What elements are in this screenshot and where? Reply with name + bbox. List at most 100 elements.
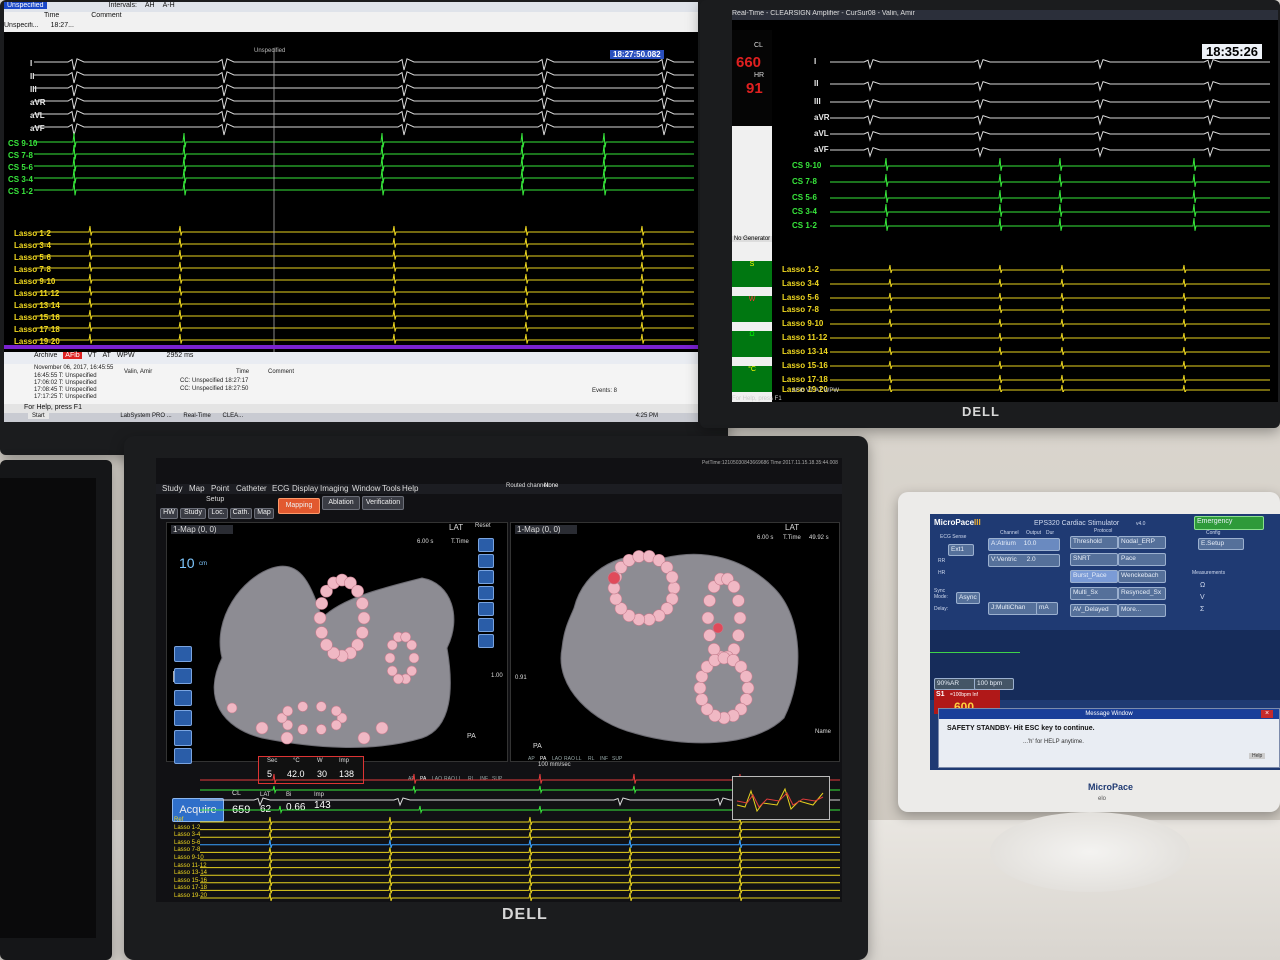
map-tool-button[interactable]	[174, 668, 192, 684]
center-menu-item[interactable]: Display	[292, 484, 318, 493]
message-close-icon[interactable]: ×	[1261, 710, 1273, 718]
view-button-rl[interactable]: RL	[588, 756, 594, 762]
message-window[interactable]: Message Window × SAFETY STANDBY- Hit ESC…	[938, 708, 1280, 768]
setup-tab-map[interactable]: Map	[254, 508, 274, 519]
left-menu-item[interactable]: Intervals:	[109, 2, 137, 9]
ablation-point[interactable]	[315, 626, 328, 639]
taskbar-item[interactable]: Real-Time	[183, 413, 210, 419]
setup-tab-hw[interactable]: HW	[160, 508, 178, 519]
center-menu-item[interactable]: Tools	[382, 484, 401, 493]
center-menu-item[interactable]: Window	[352, 484, 380, 493]
ablation-point[interactable]	[732, 594, 745, 607]
left-log-row[interactable]: 17:08:45 T: Unspecified	[34, 387, 97, 393]
view-button-ll[interactable]: LL	[576, 756, 582, 762]
left-menu-item[interactable]: A-H	[163, 2, 175, 9]
anatomy-map-right[interactable]	[534, 528, 834, 748]
protocol-more-[interactable]: More...	[1118, 604, 1166, 617]
map-tool-button[interactable]	[174, 730, 192, 746]
ext1-button[interactable]: Ext1	[948, 544, 974, 556]
ablation-point[interactable]	[315, 701, 327, 712]
atrium-surface[interactable]	[560, 553, 799, 744]
taskbar-item[interactable]: LabSystem PRO ...	[120, 413, 171, 419]
ablation-point[interactable]	[315, 724, 327, 735]
protocol-resynced-sx[interactable]: Resynced_Sx	[1118, 587, 1166, 600]
center-menu-item[interactable]: Catheter	[236, 484, 267, 493]
map-tool-button[interactable]	[174, 646, 192, 662]
mapping-tab[interactable]: Mapping	[278, 498, 320, 514]
ablation-point[interactable]	[701, 611, 715, 625]
atrium-channel[interactable]: A:Atrium 10.0	[988, 538, 1060, 551]
display-tool-button[interactable]	[478, 554, 494, 568]
left-tab-wpw[interactable]: WPW	[117, 352, 135, 359]
setup-tab-study[interactable]: Study	[180, 508, 206, 519]
setup-tab-cath[interactable]: Cath.	[230, 508, 252, 519]
left-menu-item[interactable]: AH	[145, 2, 155, 9]
verification-tab[interactable]: Verification	[362, 496, 404, 510]
protocol-nodal-erp[interactable]: Nodal_ERP	[1118, 536, 1166, 549]
ablation-point[interactable]	[330, 719, 342, 731]
map-title-left[interactable]: 1-Map (0, 0)	[171, 525, 233, 534]
center-menu-item[interactable]: Imaging	[320, 484, 348, 493]
display-tool-button[interactable]	[478, 618, 494, 632]
ablation-point[interactable]	[609, 592, 623, 606]
view-button-sup[interactable]: SUP	[612, 756, 622, 762]
ma-button[interactable]: mA	[1036, 602, 1058, 615]
reset-label[interactable]: Reset	[475, 523, 491, 529]
left-log-entry[interactable]: CC: Unspecified 18:27:17	[180, 378, 248, 384]
ablation-point[interactable]	[313, 611, 327, 625]
ablation-point[interactable]	[695, 693, 709, 706]
protocol-wenckebach[interactable]: Wenckebach	[1118, 570, 1166, 583]
ablation-point[interactable]	[315, 597, 328, 610]
ablation-point[interactable]	[375, 721, 389, 735]
center-menu-item[interactable]: Study	[162, 484, 182, 493]
protocol-burst-pace[interactable]: Burst_Pace	[1070, 570, 1118, 583]
center-menu-item[interactable]: ECG	[272, 484, 289, 493]
ablation-point[interactable]	[665, 570, 679, 584]
ablation-point[interactable]	[741, 681, 755, 695]
ablation-point[interactable]	[727, 580, 741, 594]
display-tool-button[interactable]	[478, 602, 494, 616]
protocol-snrt[interactable]: SNRT	[1070, 553, 1118, 566]
ventric-channel[interactable]: V:Ventric 2.0	[988, 554, 1060, 567]
ablation-point[interactable]	[384, 652, 396, 664]
ablation-point[interactable]	[282, 705, 294, 717]
left-log-row[interactable]: 17:17:25 T: Unspecified	[34, 394, 97, 400]
ablation-point[interactable]	[607, 571, 621, 585]
ablation-point[interactable]	[356, 597, 369, 610]
protocol-threshold[interactable]: Threshold	[1070, 536, 1118, 549]
ablation-point[interactable]	[330, 705, 342, 717]
ablation-point[interactable]	[733, 611, 747, 625]
sync-mode-value[interactable]: Async	[956, 592, 980, 604]
left-tab-afib[interactable]: AFib	[63, 352, 82, 359]
ablation-point[interactable]	[297, 724, 309, 735]
ablation-point[interactable]	[693, 681, 707, 695]
start-button[interactable]: Start	[28, 413, 49, 419]
map-tool-button[interactable]	[174, 690, 192, 706]
ablation-tab[interactable]: Ablation	[322, 496, 360, 510]
ablation-point[interactable]	[739, 670, 753, 683]
ablation-point[interactable]	[408, 652, 420, 664]
ablation-point[interactable]	[351, 584, 364, 598]
setup-tab-loc[interactable]: Loc.	[208, 508, 228, 519]
center-menu-item[interactable]: Map	[189, 484, 205, 493]
ablation-point[interactable]	[386, 665, 398, 677]
left-waveform-area[interactable]	[34, 42, 694, 354]
ablation-point[interactable]	[732, 629, 745, 642]
left-log-row[interactable]: 17:06:02 T: Unspecified	[34, 380, 97, 386]
ablation-point[interactable]	[226, 702, 238, 714]
right-waveform-area[interactable]	[830, 52, 1270, 392]
left-menu-bar[interactable]: Unspecified Intervals: AH A-H	[4, 2, 698, 12]
center-menu-item[interactable]: Point	[211, 484, 229, 493]
ablation-point[interactable]	[357, 731, 371, 745]
ablation-point[interactable]	[667, 581, 681, 595]
map-tool-button[interactable]	[174, 710, 192, 726]
view-button-inf[interactable]: INF	[600, 756, 608, 762]
display-tool-button[interactable]	[478, 634, 494, 648]
ablation-point[interactable]	[356, 626, 369, 639]
protocol-pace[interactable]: Pace	[1118, 553, 1166, 566]
emergency-button[interactable]: Emergency	[1194, 516, 1264, 530]
map-tool-button[interactable]	[174, 748, 192, 764]
left-tab-at[interactable]: AT	[102, 352, 110, 359]
left-log-row[interactable]: 16:45:55 T: Unspecified	[34, 373, 97, 379]
center-menu-item[interactable]: Help	[402, 484, 418, 493]
